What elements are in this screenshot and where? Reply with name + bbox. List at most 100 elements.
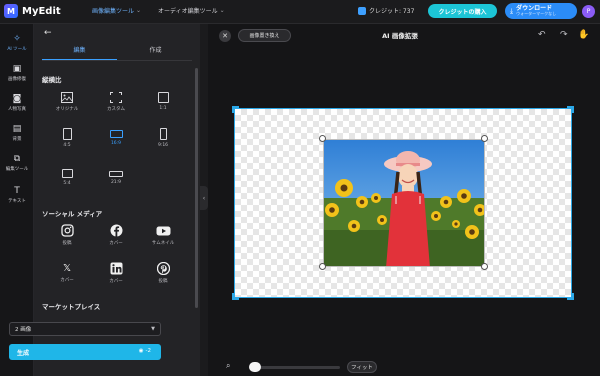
undo-icon[interactable]: ↶: [538, 30, 546, 40]
aspect-21-9[interactable]: 21:9: [96, 169, 136, 199]
chevron-left-icon: ‹: [202, 194, 206, 202]
download-button[interactable]: ⤓ ダウンロード ウォーターマークなし: [505, 3, 577, 19]
resize-handle-bottom-left[interactable]: [319, 263, 326, 270]
social-media-title: ソーシャル メディア: [42, 210, 103, 218]
buy-credits-button[interactable]: クレジットの購入: [428, 4, 497, 18]
nav-image-tools[interactable]: 画像編集ツール ⌄: [92, 6, 141, 15]
ratio-21-9-icon: [109, 171, 123, 177]
back-arrow-icon[interactable]: ←: [44, 28, 52, 38]
tab-create[interactable]: 作成: [118, 44, 193, 60]
app-logo[interactable]: M MyEdit: [4, 4, 61, 18]
ratio-5-4-icon: [61, 169, 73, 178]
rail-item-label: 画像修復: [8, 76, 26, 82]
youtube-icon: [156, 226, 170, 236]
download-icon: ⤓: [510, 6, 514, 15]
original-image-icon: [61, 92, 73, 103]
aspect-label: カスタム: [107, 107, 125, 112]
zoom-slider-knob[interactable]: [249, 362, 261, 372]
aspect-5-4[interactable]: 5:4: [47, 169, 87, 199]
aspect-1-1[interactable]: 1:1: [143, 92, 183, 122]
social-linkedin-cover[interactable]: カバー: [96, 262, 136, 292]
edit-tools-icon: ⧉: [13, 153, 21, 164]
aspect-9-16[interactable]: 9:16: [143, 128, 183, 158]
tab-edit[interactable]: 編集: [42, 44, 117, 60]
social-label: カバー: [109, 241, 123, 246]
rail-item-label: テキスト: [8, 198, 26, 204]
social-label: サムネイル: [151, 241, 175, 246]
source-photo[interactable]: [323, 139, 485, 267]
resize-handle-bottom-right[interactable]: [481, 263, 488, 270]
close-icon[interactable]: ✕: [219, 30, 231, 42]
download-sublabel: ウォーターマークなし: [516, 11, 557, 16]
ratio-9-16-icon: [159, 128, 167, 140]
redo-icon[interactable]: ↷: [560, 30, 568, 40]
aspect-custom[interactable]: カスタム: [96, 92, 136, 122]
rail-item-image-repair[interactable]: ▣ 画像修復: [0, 58, 34, 88]
hand-pan-icon[interactable]: ✋: [578, 30, 589, 40]
text-icon: T: [14, 185, 20, 196]
frame-corner[interactable]: [567, 106, 574, 113]
generate-label: 生成: [17, 349, 30, 357]
rail-item-portrait[interactable]: ◙ 人物写真: [0, 88, 34, 118]
caret-down-icon: ▼: [151, 326, 155, 332]
aspect-16-9[interactable]: 16:9: [96, 128, 136, 158]
social-label: カバー: [60, 278, 74, 283]
image-count-select[interactable]: 2 画像 ▼: [9, 322, 161, 336]
canvas-title: AI 画像拡張: [382, 32, 418, 40]
social-label: 投稿: [158, 279, 168, 284]
chevron-down-icon: ⌄: [219, 7, 225, 14]
nav-image-tools-label: 画像編集ツール: [92, 8, 135, 15]
frame-corner[interactable]: [567, 293, 574, 300]
x-icon: 𝕏: [62, 262, 72, 274]
social-youtube-thumbnail[interactable]: サムネイル: [143, 224, 183, 254]
marketplace-title: マーケットプレイス: [42, 303, 101, 311]
frame-corner[interactable]: [232, 293, 239, 300]
resize-handle-top-left[interactable]: [319, 135, 326, 142]
social-x-cover[interactable]: 𝕏 カバー: [47, 262, 87, 292]
background-icon: ▤: [12, 123, 22, 134]
social-instagram-post[interactable]: 投稿: [47, 224, 87, 254]
rail-item-text[interactable]: T テキスト: [0, 180, 34, 210]
zoom-slider-track[interactable]: [250, 366, 340, 369]
collapse-panel-handle[interactable]: ‹: [200, 186, 208, 210]
panel-scrollbar[interactable]: [195, 68, 198, 308]
frame-corner[interactable]: [232, 106, 239, 113]
replace-image-button[interactable]: 画像置き換え: [238, 29, 291, 42]
social-facebook-cover[interactable]: カバー: [96, 224, 136, 254]
rail-item-label: AI ツール: [7, 46, 27, 52]
aspect-original[interactable]: オリジナル: [47, 92, 87, 122]
user-avatar[interactable]: P: [582, 5, 595, 18]
generate-button[interactable]: 生成 ◉ -2: [9, 344, 161, 360]
aspect-label: 21:9: [110, 180, 122, 185]
rail-item-background[interactable]: ▤ 背景: [0, 118, 34, 148]
zoom-search-icon: ⌕: [226, 361, 231, 370]
social-pinterest-post[interactable]: 投稿: [143, 262, 183, 292]
aspect-label: 9:16: [157, 143, 169, 148]
fit-button[interactable]: フィット: [347, 361, 377, 373]
rail-item-edit-tools[interactable]: ⧉ 編集ツール: [0, 148, 34, 178]
image-count-value: 2 画像: [15, 327, 32, 333]
nav-audio-tools[interactable]: オーディオ編集ツール ⌄: [158, 6, 225, 15]
nav-audio-tools-label: オーディオ編集ツール: [158, 8, 218, 15]
aspect-4-5[interactable]: 4:5: [47, 128, 87, 158]
rail-item-label: 背景: [12, 136, 22, 142]
ratio-1-1-icon: [157, 92, 169, 103]
girl-sunflower-photo: [324, 140, 484, 266]
custom-crop-icon: [110, 92, 122, 103]
aspect-ratio-title: 縦横比: [42, 76, 62, 84]
rail-item-label: 編集ツール: [5, 166, 29, 172]
resize-handle-top-right[interactable]: [481, 135, 488, 142]
portrait-icon: ◙: [12, 93, 22, 104]
linkedin-icon: [110, 262, 122, 275]
chevron-down-icon: ⌄: [136, 7, 142, 14]
aspect-label: 4:5: [63, 143, 71, 148]
app-name: MyEdit: [22, 5, 61, 17]
credits-display: クレジット: 737: [358, 6, 414, 15]
facebook-icon: [110, 224, 122, 237]
rail-item-ai-tools[interactable]: ✧ AI ツール: [0, 28, 34, 58]
social-label: 投稿: [62, 241, 72, 246]
social-label: カバー: [109, 279, 123, 284]
ratio-16-9-icon: [109, 130, 123, 138]
aspect-label: 1:1: [159, 106, 167, 111]
aspect-label: 16:9: [110, 141, 122, 146]
